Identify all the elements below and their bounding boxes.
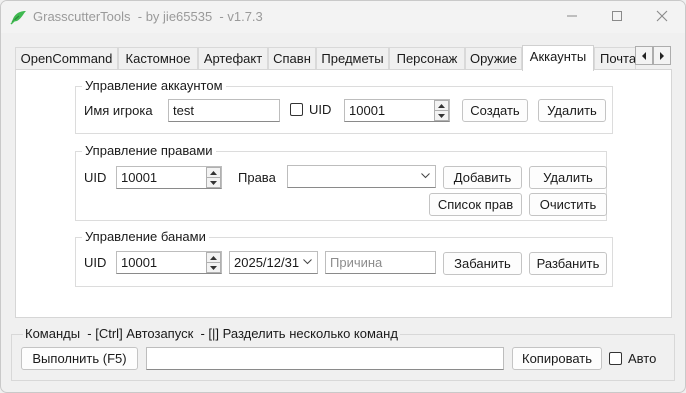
add-permission-button[interactable]: Добавить: [443, 166, 522, 189]
run-command-button[interactable]: Выполнить (F5): [21, 347, 138, 370]
maximize-button[interactable]: [594, 1, 640, 31]
spin-up-icon: [210, 255, 217, 260]
account-group: Управление аккаунтом Имя игрока UID Созд…: [75, 78, 613, 134]
account-uid-spinner[interactable]: [434, 100, 449, 121]
rights-uid-spinner[interactable]: [206, 167, 221, 188]
tab-scroll-right-icon: [660, 51, 664, 60]
command-input[interactable]: [146, 347, 504, 370]
spin-up-icon: [438, 103, 445, 108]
unban-button[interactable]: Разбанить: [529, 252, 607, 275]
title-bar: GrasscutterTools - by jie65535 - v1.7.3: [1, 1, 685, 33]
tab-items[interactable]: Предметы: [316, 47, 389, 70]
uid-checkbox-label: UID: [309, 102, 332, 117]
bans-uid-spinner[interactable]: [206, 252, 221, 273]
permission-list-button[interactable]: Список прав: [429, 193, 522, 216]
chevron-down-icon: [303, 259, 312, 265]
chevron-down-icon: [421, 173, 430, 179]
auto-checkbox[interactable]: [609, 352, 622, 365]
close-icon: [656, 10, 668, 22]
commands-group-title: Команды - [Ctrl] Автозапуск - [|] Раздел…: [23, 326, 400, 341]
player-name-label: Имя игрока: [84, 103, 153, 118]
tab-mail[interactable]: Почта: [594, 47, 636, 70]
player-name-input[interactable]: [168, 99, 280, 122]
accounts-panel: Управление аккаунтом Имя игрока UID Созд…: [15, 69, 672, 318]
permission-select[interactable]: [287, 165, 436, 188]
tab-scroll-right-button[interactable]: [653, 46, 671, 65]
tab-artifact[interactable]: Артефакт: [198, 47, 268, 70]
tab-weapons[interactable]: Оружие: [465, 47, 522, 70]
spin-up-icon: [210, 170, 217, 175]
ban-date-picker[interactable]: 2025/12/31: [229, 251, 318, 274]
tab-spawn[interactable]: Спавн: [268, 47, 316, 70]
copy-button[interactable]: Копировать: [512, 347, 602, 370]
clear-permissions-button[interactable]: Очистить: [529, 193, 607, 216]
rights-uid-label: UID: [84, 170, 107, 185]
ban-reason-input[interactable]: [325, 251, 436, 274]
tab-opencommand[interactable]: OpenCommand: [15, 47, 118, 70]
permission-label: Права: [238, 170, 276, 185]
tab-custom[interactable]: Кастомное: [118, 47, 198, 70]
account-group-title: Управление аккаунтом: [82, 78, 226, 93]
delete-account-button[interactable]: Удалить: [538, 99, 606, 122]
bans-uid-label: UID: [84, 255, 107, 270]
rights-group: Управление правами UID Права Добавить Уд…: [75, 143, 607, 221]
ban-date-value: 2025/12/31: [234, 255, 300, 270]
delete-permission-button[interactable]: Удалить: [529, 166, 607, 189]
tab-character[interactable]: Персонаж: [389, 47, 465, 70]
tab-scroll-left-icon: [642, 51, 646, 60]
maximize-icon: [612, 11, 622, 21]
spin-down-icon: [438, 114, 445, 118]
spin-down-icon: [210, 266, 217, 270]
rights-group-title: Управление правами: [82, 143, 216, 158]
app-window: GrasscutterTools - by jie65535 - v1.7.3 …: [0, 0, 686, 393]
spin-down-icon: [210, 181, 217, 185]
bans-group: Управление банами UID 2025/12/31 Забанит…: [75, 229, 613, 287]
window-title: GrasscutterTools - by jie65535 - v1.7.3: [33, 9, 263, 24]
bans-group-title: Управление банами: [82, 229, 209, 244]
ban-button[interactable]: Забанить: [443, 252, 522, 275]
create-account-button[interactable]: Создать: [462, 99, 528, 122]
tab-scroll-left-button[interactable]: [635, 46, 653, 65]
uid-checkbox[interactable]: [290, 103, 303, 116]
tab-accounts[interactable]: Аккаунты: [522, 45, 594, 71]
minimize-icon: [567, 15, 577, 17]
app-logo-icon: [10, 11, 26, 25]
close-button[interactable]: [639, 1, 685, 31]
minimize-button[interactable]: [549, 1, 595, 31]
auto-checkbox-label: Авто: [628, 351, 657, 366]
